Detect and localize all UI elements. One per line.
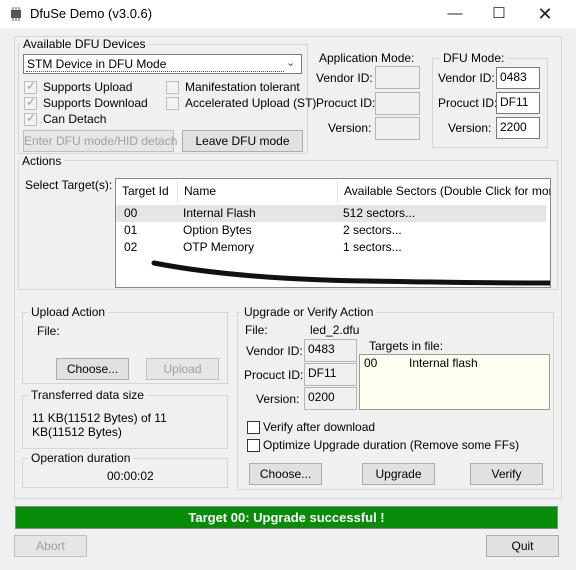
upload-file-label: File: bbox=[37, 324, 60, 338]
supports-upload-checkbox[interactable] bbox=[24, 79, 37, 94]
targets-in-file-label: Targets in file: bbox=[369, 339, 444, 353]
upgrade-button[interactable]: Upgrade bbox=[362, 463, 435, 485]
dfu-mode-label: DFU Mode: bbox=[440, 51, 508, 65]
device-select-value: STM Device in DFU Mode bbox=[27, 57, 167, 71]
upload-button[interactable]: Upload bbox=[146, 358, 219, 380]
verify-after-download-checkbox[interactable] bbox=[247, 421, 260, 434]
targets-in-file-list[interactable]: 00 Internal flash bbox=[359, 354, 550, 410]
minimize-icon[interactable]: — bbox=[432, 0, 478, 28]
app-vendor-label: Vendor ID: bbox=[316, 71, 373, 85]
title-bar: DfuSe Demo (v3.0.6) — ☐ ✕ bbox=[0, 0, 576, 28]
upgrade-file-name: led_2.dfu bbox=[310, 323, 360, 337]
verify-after-download-label: Verify after download bbox=[263, 420, 376, 434]
dfu-product-label: Procuct ID: bbox=[438, 96, 498, 110]
optimize-upgrade-checkbox[interactable] bbox=[247, 439, 260, 452]
targets-list[interactable]: Target Id Name Available Sectors (Double… bbox=[115, 178, 551, 288]
abort-button[interactable]: Abort bbox=[14, 535, 87, 557]
can-detach-checkbox[interactable] bbox=[24, 111, 37, 126]
close-icon[interactable]: ✕ bbox=[522, 0, 568, 28]
file-target-name: Internal flash bbox=[409, 356, 478, 370]
chevron-down-icon[interactable]: ⌄ bbox=[286, 56, 295, 69]
app-version-label: Version: bbox=[328, 121, 372, 135]
enter-dfu-button[interactable]: Enter DFU mode/HID detach bbox=[23, 130, 177, 152]
dfu-vendor-field[interactable]: 0483 bbox=[496, 67, 540, 89]
verify-button[interactable]: Verify bbox=[470, 463, 543, 485]
accelerated-upload-checkbox[interactable] bbox=[166, 97, 179, 110]
transferred-text: 11 KB(11512 Bytes) of 11 KB(11512 Bytes) bbox=[32, 411, 167, 439]
status-bar: Target 00: Upgrade successful ! bbox=[15, 506, 558, 529]
app-version-field[interactable] bbox=[375, 117, 420, 140]
upgrade-verify-label: Upgrade or Verify Action bbox=[241, 305, 377, 319]
upgrade-product-label: Procuct ID: bbox=[244, 368, 304, 382]
quit-button[interactable]: Quit bbox=[486, 535, 559, 557]
upgrade-file-label: File: bbox=[245, 323, 268, 337]
upgrade-choose-button[interactable]: Choose... bbox=[249, 463, 322, 485]
file-target-id: 00 bbox=[364, 356, 378, 370]
duration-label: Operation duration bbox=[28, 451, 134, 465]
upgrade-product-field[interactable]: DF11 bbox=[304, 363, 357, 386]
select-target-label: Select Target(s): bbox=[25, 178, 113, 192]
focus-line bbox=[26, 71, 284, 72]
supports-upload-label: Supports Upload bbox=[43, 80, 133, 94]
maximize-icon[interactable]: ☐ bbox=[476, 0, 522, 28]
dfu-devices-label: Available DFU Devices bbox=[20, 37, 149, 51]
optimize-upgrade-label: Optimize Upgrade duration (Remove some F… bbox=[263, 438, 520, 452]
dfu-version-label: Version: bbox=[448, 121, 492, 135]
upload-action-label: Upload Action bbox=[28, 305, 109, 319]
upgrade-vendor-label: Vendor ID: bbox=[246, 344, 303, 358]
dfu-vendor-label: Vendor ID: bbox=[438, 71, 495, 85]
chip-app-icon bbox=[11, 7, 21, 21]
manifestation-tolerant-label: Manifestation tolerant bbox=[185, 80, 300, 94]
manifestation-tolerant-checkbox[interactable] bbox=[166, 81, 179, 94]
app-vendor-field[interactable] bbox=[375, 66, 420, 89]
app-mode-label: Application Mode: bbox=[319, 51, 415, 65]
upload-choose-button[interactable]: Choose... bbox=[56, 358, 129, 380]
dfu-product-field[interactable]: DF11 bbox=[496, 92, 540, 114]
accelerated-upload-label: Accelerated Upload (ST) bbox=[185, 96, 317, 110]
upgrade-version-label: Version: bbox=[256, 392, 300, 406]
duration-value: 00:00:02 bbox=[107, 469, 154, 483]
window-title: DfuSe Demo (v3.0.6) bbox=[30, 6, 153, 21]
supports-download-checkbox[interactable] bbox=[24, 95, 37, 110]
actions-label: Actions bbox=[19, 154, 65, 168]
upgrade-version-field[interactable]: 0200 bbox=[304, 387, 357, 410]
transferred-label: Transferred data size bbox=[28, 388, 147, 402]
annotation-stroke bbox=[151, 260, 550, 286]
dfu-version-field[interactable]: 2200 bbox=[496, 117, 540, 139]
device-select[interactable]: STM Device in DFU Mode ⌄ bbox=[23, 54, 302, 74]
app-product-field[interactable] bbox=[375, 92, 420, 115]
upgrade-vendor-field[interactable]: 0483 bbox=[304, 339, 357, 362]
can-detach-label: Can Detach bbox=[43, 112, 107, 126]
app-product-label: Procuct ID: bbox=[316, 96, 376, 110]
leave-dfu-button[interactable]: Leave DFU mode bbox=[182, 130, 303, 152]
supports-download-label: Supports Download bbox=[43, 96, 148, 110]
